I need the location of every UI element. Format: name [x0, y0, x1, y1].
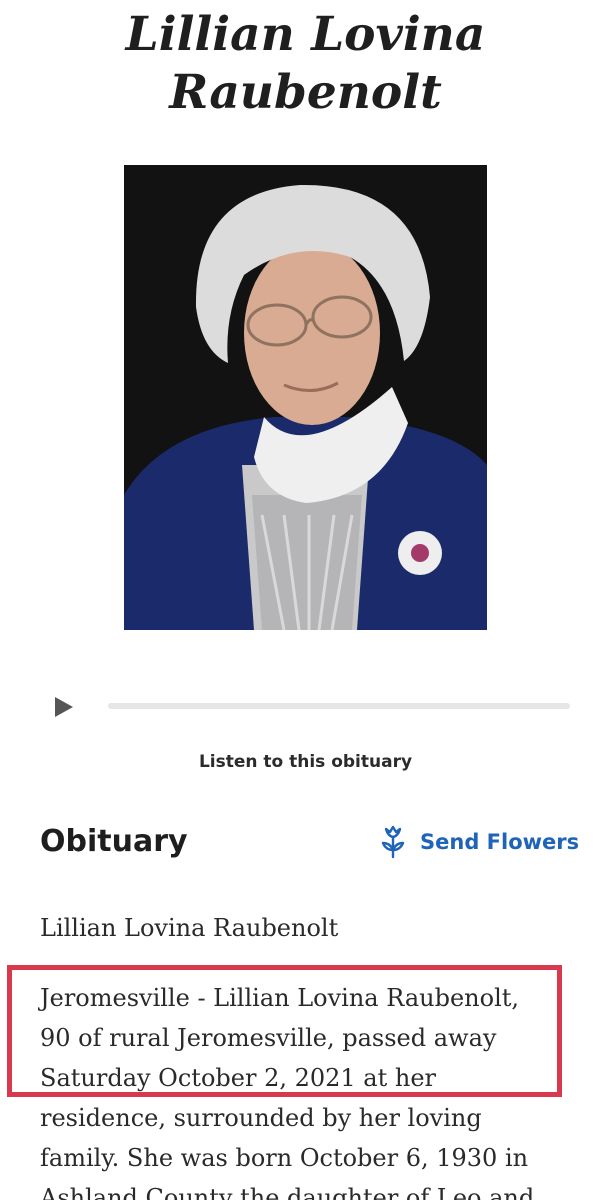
play-icon	[55, 697, 73, 717]
listen-label: Listen to this obituary	[198, 752, 413, 772]
obituary-heading: Obituary	[40, 824, 188, 859]
send-flowers-label: Send Flowers	[420, 830, 580, 854]
obituary-text: Jeromesville - Lillian Lovina Raubenolt,…	[40, 978, 585, 1200]
send-flowers-link[interactable]: Send Flowers	[380, 824, 579, 860]
obituary-line: Saturday October 2, 2021 at her	[40, 1064, 437, 1092]
play-button[interactable]	[50, 694, 76, 720]
obituary-name-line: Lillian Lovina Raubenolt	[40, 914, 339, 942]
portrait-photo	[124, 165, 487, 630]
flower-icon	[380, 825, 406, 859]
obituary-line: family. She was born October 6, 1930 in	[40, 1144, 529, 1172]
page-title: Lillian Lovina Raubenolt	[125, 7, 486, 120]
audio-player	[40, 688, 572, 724]
obituary-line: residence, surrounded by her loving	[40, 1104, 482, 1132]
audio-progress-bar[interactable]	[108, 703, 570, 709]
obituary-line: Jeromesville - Lillian Lovina Raubenolt,	[40, 984, 520, 1012]
obituary-line: 90 of rural Jeromesville, passed away	[40, 1024, 497, 1052]
obituary-line: Ashland County the daughter of Leo and	[40, 1184, 535, 1200]
